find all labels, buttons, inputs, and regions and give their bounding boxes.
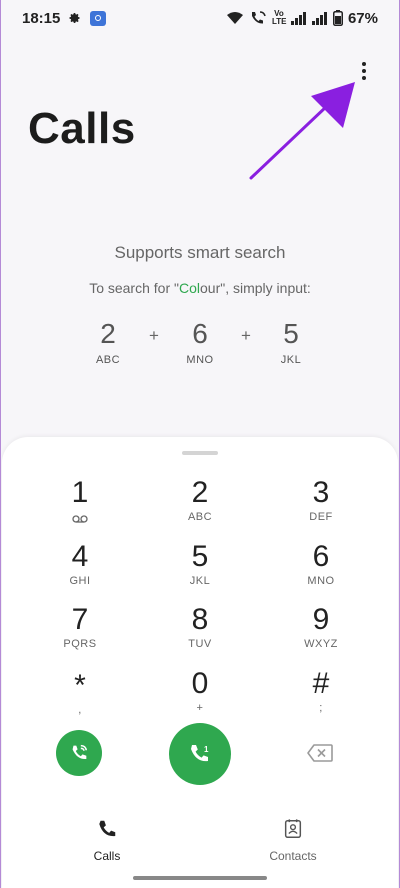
sim-indicator: 1 (204, 745, 209, 754)
phone-icon: 1 (191, 745, 209, 762)
dial-key-4[interactable]: 4 GHI (35, 541, 125, 597)
example-key: 2 ABC (95, 318, 121, 366)
wifi-icon (226, 12, 243, 24)
example-key: 6 MNO (186, 318, 214, 366)
backspace-icon[interactable] (306, 743, 334, 763)
wifi-calling-icon (251, 11, 266, 24)
cast-icon (90, 10, 107, 26)
dial-key-7[interactable]: 7 PQRS (35, 604, 125, 660)
battery-percent: 67% (347, 9, 378, 27)
dial-key-hash[interactable]: # ; (276, 668, 366, 724)
example-key: 5 JKL (280, 318, 302, 366)
dial-key-2[interactable]: 2 ABC (155, 477, 245, 533)
status-time: 18:15 (22, 9, 61, 27)
dial-key-6[interactable]: 6 MNO (276, 541, 366, 597)
page-title: Calls (28, 104, 136, 153)
dial-key-5[interactable]: 5 JKL (155, 541, 245, 597)
dial-key-1[interactable]: 1 (35, 477, 125, 533)
gear-icon (69, 13, 80, 24)
nav-label-calls: Calls (93, 849, 121, 863)
battery-icon (332, 10, 343, 26)
volte-badge: Vo LTE (271, 9, 287, 26)
more-options-button[interactable] (352, 56, 376, 86)
smart-search-hint: To search for "Colour", simply input: (89, 280, 311, 296)
smart-search-title: Supports smart search (114, 243, 286, 262)
more-vert-icon (362, 62, 366, 66)
smart-search-example: 2 ABC + 6 MNO + 5 JKL (0, 318, 400, 378)
example-plus: + (149, 326, 159, 345)
nav-tab-contacts[interactable]: Contacts (243, 818, 343, 863)
call-button[interactable]: 1 (169, 723, 231, 785)
contacts-icon (284, 819, 302, 838)
dial-key-0[interactable]: 0 + (155, 668, 245, 724)
status-bar: 18:15 Vo LTE 67% (0, 0, 400, 36)
nav-tab-calls[interactable]: Calls (57, 818, 157, 863)
dial-key-9[interactable]: 9 WXYZ (276, 604, 366, 660)
dial-key-8[interactable]: 8 TUV (155, 604, 245, 660)
phone-icon (99, 820, 116, 837)
signal-icon (290, 11, 306, 25)
annotation-arrow-icon (249, 82, 355, 180)
home-indicator[interactable] (133, 876, 267, 880)
sheet-drag-handle[interactable] (182, 451, 218, 455)
example-plus: + (241, 326, 251, 345)
nav-label-contacts: Contacts (269, 849, 317, 863)
wifi-call-button[interactable] (56, 730, 102, 776)
dial-key-star[interactable]: * , (35, 670, 125, 726)
voicemail-icon (72, 515, 88, 523)
dial-key-3[interactable]: 3 DEF (276, 477, 366, 533)
wifi-calling-icon (72, 744, 88, 760)
signal-icon (311, 11, 327, 25)
